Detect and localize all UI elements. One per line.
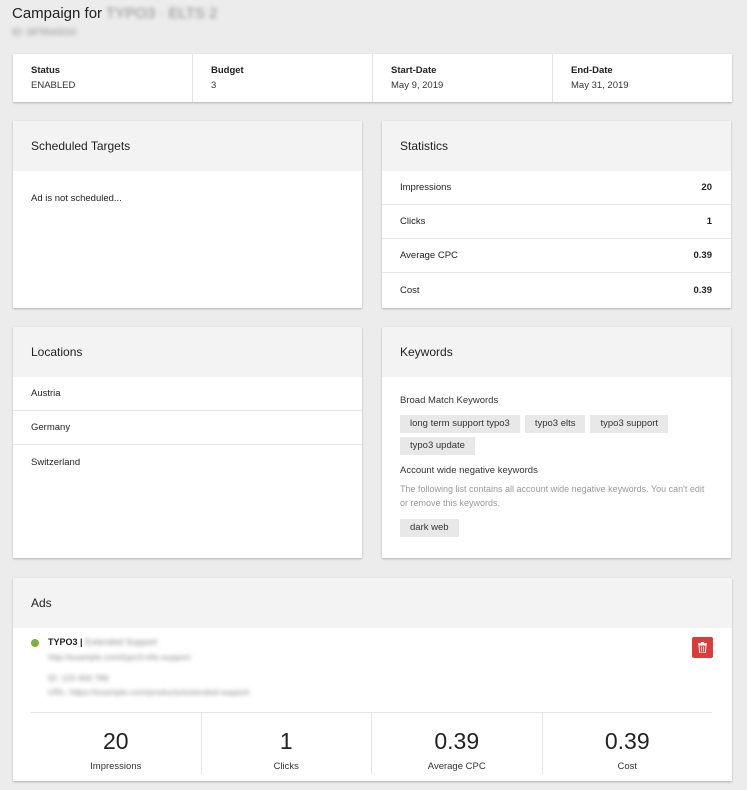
negative-keywords: dark web [382,519,731,537]
location-item: Austria [13,377,362,411]
stat-row-impressions: Impressions 20 [382,171,731,205]
page-title: Campaign for TYPO3 · ELTS 2 [12,5,217,22]
ad-stat-value: 20 [102,728,129,754]
stat-label: Clicks [400,216,426,227]
stat-row-average-cpc: Average CPC 0.39 [382,239,731,273]
location-item: Switzerland [31,456,81,468]
ad-stat-impressions: 20 Impressions [31,713,202,774]
card-title: Scheduled Targets [13,121,362,171]
ad-stat-label: Clicks [273,761,299,772]
broad-match-title: Broad Match Keywords [400,395,499,406]
page-title-prefix: Campaign for [12,5,103,22]
keywords-card: Keywords Broad Match Keywords long term … [382,327,731,558]
redacted-ad-url: http://example.com/typo3-elts-support [48,652,191,662]
redacted-ad-final-url: URL: https://example.com/products/extend… [48,687,250,697]
summary-label: Budget [211,65,244,76]
ad-stats: 20 Impressions 1 Clicks 0.39 Average CPC… [31,712,712,774]
keyword-chip: typo3 support [590,415,669,433]
keyword-chip: dark web [400,519,459,537]
schedule-message: Ad is not scheduled... [31,193,122,204]
ad-stat-value: 1 [279,728,293,754]
statistics-card: Statistics Impressions 20 Clicks 1 Avera… [382,121,731,308]
stat-label: Cost [400,284,420,296]
keyword-chip: long term support typo3 [400,415,520,433]
stat-label: Impressions [400,182,452,193]
negative-keywords-note: The following list contains all account … [400,484,705,508]
trash-icon [698,642,707,653]
ad-item: TYPO3 | Extended Support http://example.… [13,628,732,710]
ad-stat-value: 0.39 [604,728,650,754]
ad-stat-clicks: 1 Clicks [202,713,372,774]
summary-label: Start-Date [391,65,437,76]
redacted-campaign-id: ID: 1876543210 [12,27,77,37]
ad-stat-label: Average CPC [427,761,486,772]
ads-card: Ads TYPO3 | Extended Support http://exam… [13,578,732,781]
delete-ad-button[interactable] [692,637,713,658]
summary-start-date: Start-Date May 9, 2019 [373,54,553,102]
ad-stat-label: Cost [617,761,638,772]
ad-title-text: TYPO3 | [48,637,83,647]
summary-value: ENABLED [31,80,76,91]
summary-label: Status [31,65,61,76]
card-title: Statistics [382,121,731,171]
keyword-chip: typo3 elts [524,415,586,433]
stat-value: 20 [701,182,712,193]
stat-value: 1 [706,216,712,227]
locations-card: Locations Austria Germany Switzerland [13,327,362,558]
card-title: Keywords [382,327,731,377]
card-title: Ads [13,578,732,628]
location-item: Germany [13,411,362,445]
redacted-campaign-name: TYPO3 · ELTS 2 [105,5,218,22]
ad-stat-label: Impressions [90,761,142,772]
stat-label: Average CPC [400,250,458,261]
ad-title: TYPO3 | Extended Support [48,637,157,647]
redacted-ad-headline: Extended Support [85,637,158,647]
campaign-summary: Status ENABLED Budget 3 Start-Date May 9… [13,54,732,102]
stat-row-clicks: Clicks 1 [382,205,731,239]
summary-budget: Budget 3 [193,54,373,102]
negative-keywords-title: Account wide negative keywords [400,465,538,476]
summary-end-date: End-Date May 31, 2019 [553,54,732,102]
broad-match-keywords: long term support typo3 typo3 elts typo3… [382,415,731,455]
stat-value: 0.39 [693,250,713,261]
status-dot-icon [31,639,39,647]
ad-stat-value: 0.39 [434,728,480,754]
card-title: Locations [13,327,362,377]
summary-value: May 31, 2019 [571,80,629,91]
ad-stat-average-cpc: 0.39 Average CPC [372,713,543,774]
summary-status: Status ENABLED [13,54,193,102]
ad-stat-cost: 0.39 Cost [543,713,713,774]
stat-row-cost: Cost 0.39 [382,273,731,307]
summary-value: May 9, 2019 [391,80,444,91]
redacted-ad-detail: ID: 123 456 789 [48,673,109,683]
keyword-chip: typo3 update [400,437,475,455]
summary-label: End-Date [571,65,613,76]
stat-value: 0.39 [693,284,713,296]
scheduled-targets-card: Scheduled Targets Ad is not scheduled... [13,121,362,308]
summary-value: 3 [211,80,217,91]
